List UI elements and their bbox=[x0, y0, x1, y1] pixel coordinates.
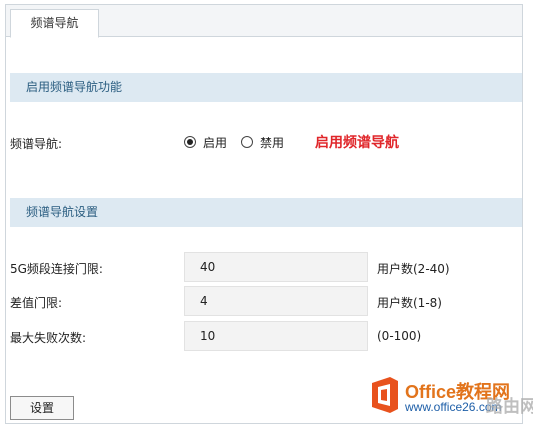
threshold-5g-label: 5G频段连接门限: bbox=[10, 262, 103, 276]
radio-enable-label[interactable]: 启用 bbox=[203, 134, 227, 151]
tab-spectrum-navigation[interactable]: 频谱导航 bbox=[10, 9, 99, 38]
section-header-settings: 频谱导航设置 bbox=[10, 198, 522, 227]
spectrum-nav-radio-group: 启用 禁用 bbox=[184, 134, 298, 150]
tab-bar: 频谱导航 bbox=[6, 5, 522, 38]
threshold-5g-input[interactable] bbox=[184, 252, 368, 282]
watermark-side-text: 路由网 bbox=[486, 397, 533, 417]
enable-annotation: 启用频谱导航 bbox=[315, 135, 399, 151]
office-logo-icon bbox=[372, 377, 398, 413]
spectrum-nav-label: 频谱导航: bbox=[10, 137, 63, 151]
settings-panel: 频谱导航 启用频谱导航功能 频谱导航: 启用 禁用 启用频谱导航 频谱导航设置 … bbox=[5, 4, 523, 424]
difference-threshold-input[interactable] bbox=[184, 286, 368, 316]
radio-enable[interactable] bbox=[184, 136, 196, 148]
radio-disable-label[interactable]: 禁用 bbox=[260, 134, 284, 151]
radio-disable[interactable] bbox=[241, 136, 254, 148]
difference-threshold-label: 差值门限: bbox=[10, 296, 63, 310]
difference-threshold-unit: 用户数(1-8) bbox=[377, 296, 442, 310]
max-failures-unit: (0-100) bbox=[377, 329, 422, 343]
threshold-5g-unit: 用户数(2-40) bbox=[377, 262, 450, 276]
section-header-enable: 启用频谱导航功能 bbox=[10, 73, 522, 102]
max-failures-input[interactable] bbox=[184, 321, 368, 351]
max-failures-label: 最大失败次数: bbox=[10, 331, 87, 345]
apply-settings-button[interactable]: 设置 bbox=[10, 396, 74, 420]
